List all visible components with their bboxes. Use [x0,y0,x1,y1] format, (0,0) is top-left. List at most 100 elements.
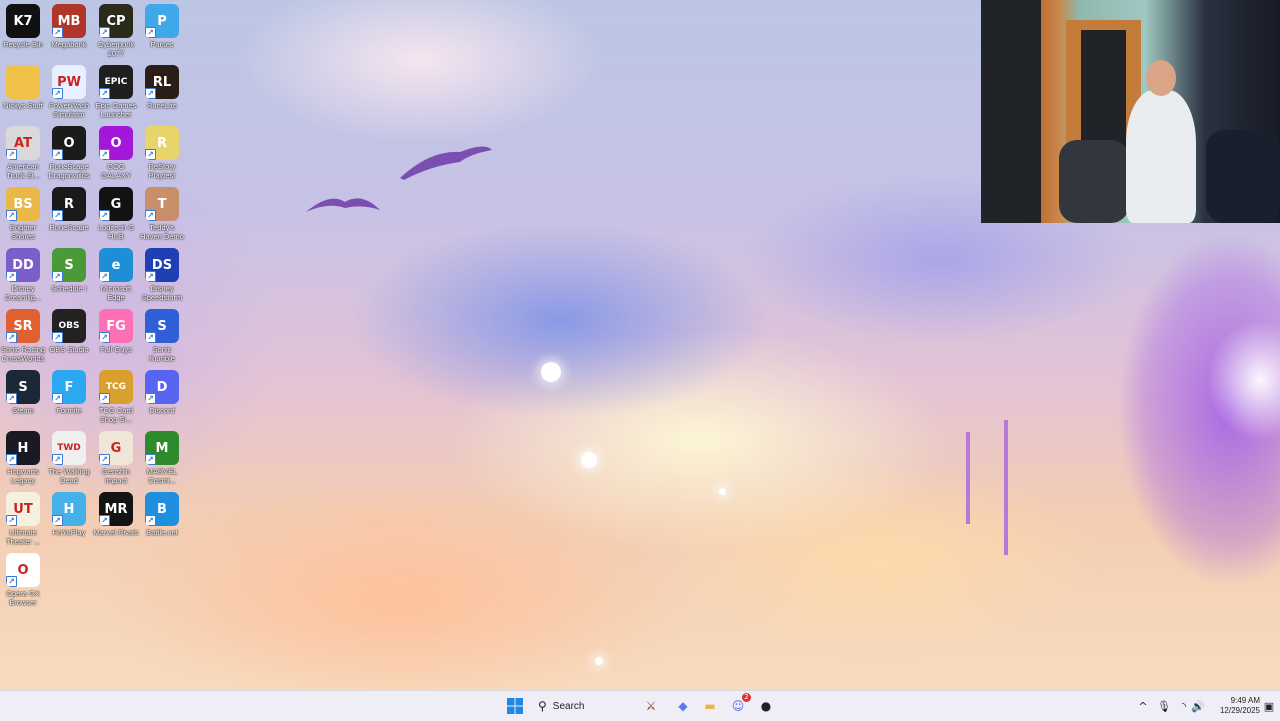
shortcut-arrow-icon: ↗ [99,332,110,343]
desktop-icon[interactable]: B ↗ Battle.net [139,492,185,553]
shortcut-arrow-icon: ↗ [99,27,110,38]
runescape-dragonwilds-icon: O ↗ [52,126,86,160]
shortcut-arrow-icon: ↗ [99,393,110,404]
desktop-icon[interactable]: RL ↗ RuneLite [139,65,185,126]
desktop-icon[interactable]: TWD ↗ The Walking Dead [46,431,92,492]
desktop-icon[interactable]: M ↗ MARVEL Cosmi... [139,431,185,492]
desktop-icon-label: OBS Studio [49,345,89,354]
battle-net-icon: B ↗ [145,492,179,526]
notification-badge: 2 [742,693,751,702]
disney-speedstorm-icon: DS ↗ [145,248,179,282]
desktop-icon[interactable]: O ↗ RuneScape Dragonwilds [46,126,92,187]
desktop-icon[interactable]: SR ↗ Sonic Racing CrossWorlds [0,309,46,370]
desktop-icon[interactable]: O ↗ Opera GX Browser [0,553,46,614]
shortcut-arrow-icon: ↗ [6,576,17,587]
k7-recycle-bin-icon: K7 [6,4,40,38]
desktop-icon[interactable]: Nickys Stuff [0,65,46,126]
windows-start-icon[interactable] [504,695,526,717]
desktop-icon[interactable]: PW ↗ PowerWash Simulator [46,65,92,126]
copilot-icon[interactable]: ◆ [672,695,694,717]
shortcut-arrow-icon: ↗ [6,515,17,526]
shortcut-arrow-icon: ↗ [145,393,156,404]
desktop-icon[interactable]: S ↗ Sonic Rumble [139,309,185,370]
desktop-icon[interactable]: D ↗ Discord [139,370,185,431]
desktop-icon-label: Schedule I [51,284,87,293]
desktop-icon[interactable]: K7 Recycle Bin [0,4,46,65]
marvel-rivals-icon: MR ↗ [99,492,133,526]
shortcut-arrow-icon: ↗ [6,149,17,160]
notification-icon[interactable]: ▣ [1262,697,1276,715]
desktop-icon-label: Battle.net [146,528,178,537]
disney-dreamlight-icon: DD ↗ [6,248,40,282]
desktop-icon[interactable]: P ↗ Parsec [139,4,185,65]
desktop-icon-label: Teddy's Haven Demo [140,223,184,241]
webcam-overlay [981,0,1280,223]
desktop-icon[interactable]: F ↗ Fortnite [46,370,92,431]
shortcut-arrow-icon: ↗ [145,515,156,526]
discord-taskbar-icon[interactable]: ☺ 2 [727,693,751,717]
desktop-icon[interactable]: UT ↗ Ultimate Theater ... [0,492,46,553]
microsoft-edge-icon: e ↗ [99,248,133,282]
shortcut-arrow-icon: ↗ [99,454,110,465]
shortcut-arrow-icon: ↗ [6,454,17,465]
desktop-icon-label: Fortnite [56,406,82,415]
desktop-icon[interactable]: G ↗ Logitech G HUB [93,187,139,248]
desktop-icon[interactable]: H ↗ HoYoPlay [46,492,92,553]
desktop-icon[interactable]: DS ↗ Disney Speedstorm [139,248,185,309]
desktop-icon[interactable]: TCG ↗ TCG Card Shop Si... [93,370,139,431]
clock-time: 9:49 AM [1230,696,1260,705]
shortcut-arrow-icon: ↗ [145,149,156,160]
desktop-icon-label: Nickys Stuff [3,101,43,110]
search-icon: ⚲ [538,699,547,713]
wallpaper-spire [966,432,970,524]
desktop-icon-label: Steam [12,406,34,415]
wallpaper-spire [1004,420,1008,555]
desktop-icon[interactable]: R ↗ ReStory Playtest [139,126,185,187]
runescape-icon: R ↗ [52,187,86,221]
desktop-icon-label: American Truck Si... [6,162,40,180]
desktop-icon[interactable]: MB ↗ Megabonk [46,4,92,65]
game-app-icon[interactable]: ⚔ [640,695,662,717]
game-launcher-icon[interactable]: ● [755,695,777,717]
obs-studio-icon: OBS ↗ [52,309,86,343]
desktop-icon[interactable]: FG ↗ Fall Guys [93,309,139,370]
desktop-icon-label: Epic Games Launcher [95,101,137,119]
hogwarts-legacy-icon: H ↗ [6,431,40,465]
desktop-icon-label: Recycle Bin [3,40,43,49]
desktop-icon[interactable]: O ↗ GOG GALAXY [93,126,139,187]
copilot-glyph: ◆ [678,699,688,713]
webcam-person-head [1146,60,1176,96]
desktop-icon[interactable]: DD ↗ Disney Dreamlig... [0,248,46,309]
microphone-icon[interactable]: 🎙 [1156,697,1172,715]
wallpaper-birds [306,146,492,212]
desktop-icon-label: RuneLite [146,101,178,110]
desktop-icon-label: TCG Card Shop Si... [98,406,134,424]
webcam-couch [1206,130,1280,223]
shortcut-arrow-icon: ↗ [52,88,63,99]
restory-icon: R ↗ [145,126,179,160]
genshin-impact-icon: G ↗ [99,431,133,465]
desktop-icon[interactable]: S ↗ Steam [0,370,46,431]
desktop-icon-label: Sonic Rumble [149,345,175,363]
desktop-icon[interactable]: G ↗ Genshin Impact [93,431,139,492]
desktop-icon[interactable]: e ↗ Microsoft Edge [93,248,139,309]
taskbar-clock[interactable]: 9:49 AM 12/29/2025 [1208,696,1260,716]
desktop-icon[interactable]: H ↗ Hogwarts Legacy [0,431,46,492]
show-hidden-icons-chevron-icon[interactable]: ^ [1136,697,1150,715]
desktop-icon[interactable]: MR ↗ Marvel Rivals [93,492,139,553]
file-explorer-icon[interactable]: ▬ [699,695,721,717]
desktop-icon[interactable]: T ↗ Teddy's Haven Demo [139,187,185,248]
desktop-icon[interactable]: CP ↗ Cyberpunk 2077 [93,4,139,65]
desktop-icon[interactable]: R ↗ RuneScape [46,187,92,248]
desktop-icon[interactable]: AT ↗ American Truck Si... [0,126,46,187]
ultimate-theater-icon: UT ↗ [6,492,40,526]
desktop-icon[interactable]: EPIC ↗ Epic Games Launcher [93,65,139,126]
desktop-icon[interactable]: OBS ↗ OBS Studio [46,309,92,370]
desktop-icon-label: RuneScape Dragonwilds [48,162,90,180]
desktop-icon-label: Fall Guys [100,345,132,354]
desktop-icon[interactable]: S ↗ Schedule I [46,248,92,309]
desktop-icon[interactable]: BS ↗ Brighter Shores [0,187,46,248]
desktop-icon-label: Hogwarts Legacy [7,467,39,485]
folder-icon [6,65,40,99]
volume-icon[interactable]: 🔊 [1190,697,1206,715]
